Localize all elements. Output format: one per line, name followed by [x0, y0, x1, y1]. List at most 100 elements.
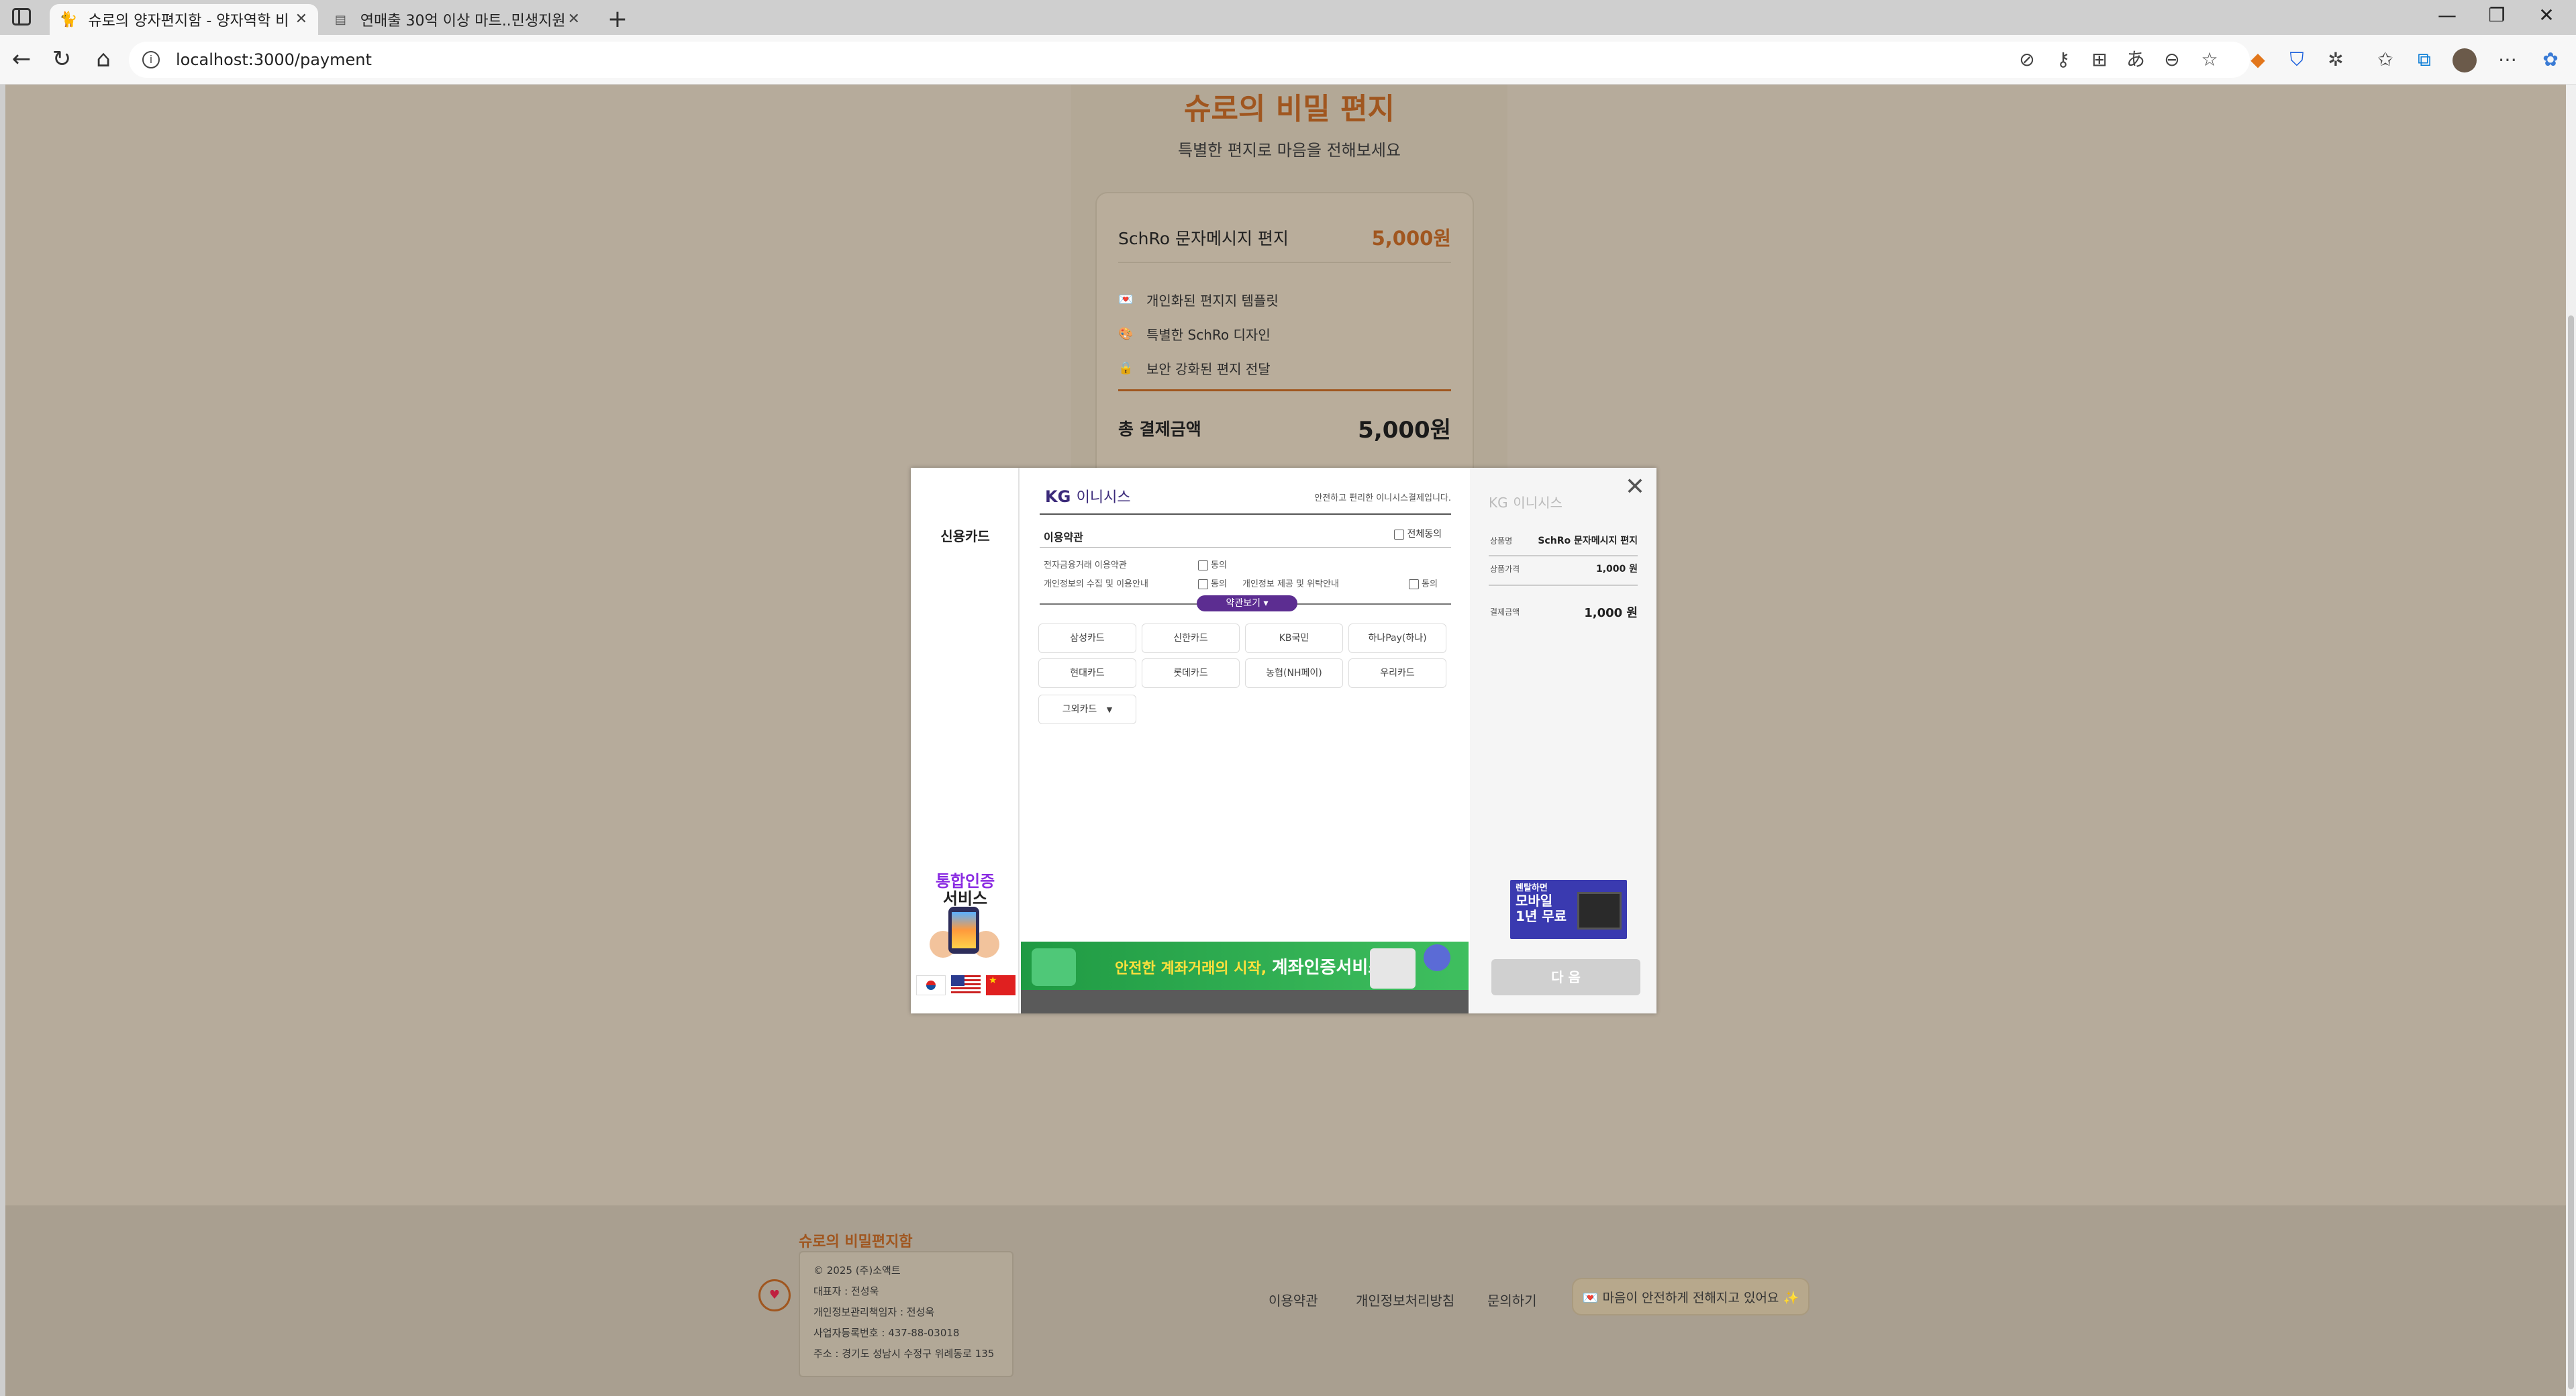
- usa-flag-icon[interactable]: [951, 975, 981, 995]
- payment-method-label[interactable]: 신용카드: [911, 526, 1020, 545]
- logo-kg-text: KG: [1045, 487, 1071, 506]
- privacy-link[interactable]: 개인정보처리방침: [1356, 1290, 1454, 1309]
- home-icon[interactable]: ⌂: [90, 47, 117, 71]
- rental-ad-banner[interactable]: 렌탈하면 모바일 1년 무료: [1510, 880, 1627, 939]
- zoom-icon[interactable]: ⊖: [2159, 48, 2185, 71]
- palette-icon: 🎨: [1118, 327, 1134, 341]
- china-flag-icon[interactable]: [986, 975, 1015, 995]
- price-value: 1,000 원: [1595, 564, 1638, 575]
- feature-label: 특별한 SchRo 디자인: [1146, 327, 1271, 343]
- card-selection-panel: KG 이니시스 안전하고 편리한 이니시스결제입니다. 이용약관 전체동의 전자…: [1021, 468, 1469, 1013]
- metamask-icon[interactable]: ◆: [2244, 48, 2271, 71]
- tab-title: 슈로의 양자편지함 - 양자역학 비: [88, 13, 289, 30]
- card-option-nh[interactable]: 농협(NH페이): [1245, 658, 1343, 688]
- terms-agree[interactable]: 동의: [1198, 558, 1227, 570]
- view-terms-button[interactable]: 약관보기 ▾: [1197, 595, 1297, 611]
- terms-agree[interactable]: 동의: [1409, 577, 1438, 589]
- tab-inactive[interactable]: ▤ 연매출 30억 이상 마트..민생지원 ✕: [322, 4, 591, 35]
- close-tab-icon[interactable]: ✕: [568, 11, 580, 28]
- terms-heading: 이용약관: [1044, 531, 1083, 544]
- divider: [1489, 585, 1638, 586]
- translate-icon[interactable]: あ: [2122, 48, 2149, 71]
- phone-illustration-icon: [930, 904, 999, 958]
- order-info-panel: ✕ KG 이니시스 상품명 SchRo 문자메시지 편지 상품가격 1,000 …: [1470, 468, 1656, 1013]
- order-summary: SchRo 문자메시지 편지 5,000원 💌 개인화된 편지지 템플릿 🎨 특…: [1095, 192, 1474, 481]
- card-option-hyundai[interactable]: 현대카드: [1038, 658, 1136, 688]
- sidebar-toggle-icon[interactable]: [12, 8, 31, 26]
- laptop-illustration-icon: [1370, 948, 1416, 989]
- tab-active[interactable]: 🐈 슈로의 양자편지함 - 양자역학 비 ✕: [50, 4, 318, 35]
- banner-text-bold: 계좌인증서비스: [1271, 958, 1385, 978]
- camera-off-icon[interactable]: ⊘: [2014, 48, 2040, 71]
- terms-link[interactable]: 이용약관: [1269, 1290, 1318, 1309]
- banner-text-lead: 안전한 계좌거래의 시작,: [1115, 960, 1267, 977]
- account-auth-banner[interactable]: 안전한 계좌거래의 시작, 계좌인증서비스: [1021, 942, 1469, 990]
- product-price: 5,000원: [1371, 227, 1451, 250]
- agree-all[interactable]: 전체동의: [1394, 527, 1442, 540]
- terms-agree-label: 동의: [1422, 579, 1438, 589]
- contact-link[interactable]: 문의하기: [1487, 1290, 1537, 1309]
- close-tab-icon[interactable]: ✕: [295, 11, 307, 28]
- restore-icon[interactable]: ❐: [2477, 4, 2517, 26]
- card-option-lotte[interactable]: 롯데카드: [1142, 658, 1240, 688]
- reload-icon[interactable]: ↻: [48, 47, 75, 71]
- company-info-line: 주소 : 경기도 성남시 수정구 위례동로 135: [813, 1348, 995, 1360]
- terms-checkbox[interactable]: [1409, 579, 1419, 589]
- company-info-line: 대표자 : 전성욱: [813, 1285, 879, 1297]
- more-menu-icon[interactable]: ⋯: [2494, 48, 2521, 71]
- tab-title: 연매출 30억 이상 마트..민생지원: [360, 13, 566, 30]
- ad-small-text: 렌탈하면: [1516, 883, 1548, 893]
- feature-item: 🎨 특별한 SchRo 디자인: [1118, 324, 1271, 344]
- price-label: 상품가격: [1490, 564, 1520, 574]
- card-option-hana[interactable]: 하나Pay(하나): [1348, 624, 1446, 653]
- minimize-icon[interactable]: —: [2427, 4, 2467, 26]
- agree-all-checkbox[interactable]: [1394, 529, 1405, 540]
- favorites-icon[interactable]: ✩: [2372, 48, 2399, 71]
- language-flags: [916, 975, 1015, 995]
- scrollbar-thumb[interactable]: [2568, 315, 2574, 1389]
- profile-avatar-icon[interactable]: [2451, 48, 2478, 78]
- extensions-icon[interactable]: ✲: [2322, 48, 2349, 71]
- url-field[interactable]: i localhost:3000/payment: [129, 42, 2250, 78]
- payment-method-panel: 신용카드 통합인증 서비스: [911, 468, 1020, 1013]
- site-info-icon[interactable]: i: [142, 51, 160, 68]
- total-label: 총 결제금액: [1118, 419, 1201, 439]
- apps-icon[interactable]: ⊞: [2086, 48, 2113, 71]
- collections-icon[interactable]: ⧉: [2411, 48, 2438, 71]
- next-button[interactable]: 다 음: [1491, 959, 1640, 995]
- page-subtitle: 특별한 편지로 마음을 전해보세요: [1177, 141, 1401, 160]
- product-name: SchRo 문자메시지 편지: [1118, 229, 1289, 248]
- page-favicon-icon: ▤: [334, 12, 346, 27]
- feature-label: 보안 강화된 편지 전달: [1146, 361, 1271, 377]
- feature-item: 🔒 보안 강화된 편지 전달: [1118, 358, 1271, 378]
- korea-flag-icon[interactable]: [916, 975, 946, 995]
- card-option-kb[interactable]: KB국민: [1245, 624, 1343, 653]
- card-option-shinhan[interactable]: 신한카드: [1142, 624, 1240, 653]
- terms-checkbox[interactable]: [1198, 560, 1208, 570]
- bitwarden-icon[interactable]: ⛉: [2283, 48, 2310, 71]
- url-text[interactable]: localhost:3000/payment: [176, 50, 372, 69]
- terms-agree[interactable]: 동의: [1198, 577, 1227, 589]
- safe-payment-text: 안전하고 편리한 이니시스결제입니다.: [1314, 493, 1451, 503]
- lock-icon: 🔒: [1118, 361, 1134, 375]
- bank-illustration-icon: [1032, 948, 1076, 986]
- total-value: 5,000원: [1358, 417, 1451, 444]
- close-icon[interactable]: ✕: [1622, 473, 1648, 501]
- other-cards-dropdown[interactable]: 그외카드 ▼: [1038, 695, 1136, 724]
- kg-inicis-logo: KG 이니시스: [1045, 485, 1131, 507]
- key-icon[interactable]: ⚷: [2050, 48, 2077, 71]
- pay-amount-value: 1,000 원: [1584, 606, 1638, 620]
- kg-inicis-logo: KG 이니시스: [1489, 492, 1563, 511]
- banner-footer: [1021, 990, 1469, 1013]
- heart-icon: ♥: [758, 1279, 791, 1311]
- favorite-star-icon[interactable]: ☆: [2196, 48, 2223, 71]
- window-close-icon[interactable]: ✕: [2526, 4, 2567, 26]
- copilot-icon[interactable]: ✿: [2537, 48, 2564, 71]
- new-tab-button[interactable]: +: [604, 5, 631, 33]
- card-option-samsung[interactable]: 삼성카드: [1038, 624, 1136, 653]
- page-title: 슈로의 비밀 편지: [1184, 92, 1395, 126]
- card-option-woori[interactable]: 우리카드: [1348, 658, 1446, 688]
- back-icon[interactable]: ←: [8, 47, 35, 71]
- terms-checkbox[interactable]: [1198, 579, 1208, 589]
- agree-all-label: 전체동의: [1407, 529, 1442, 540]
